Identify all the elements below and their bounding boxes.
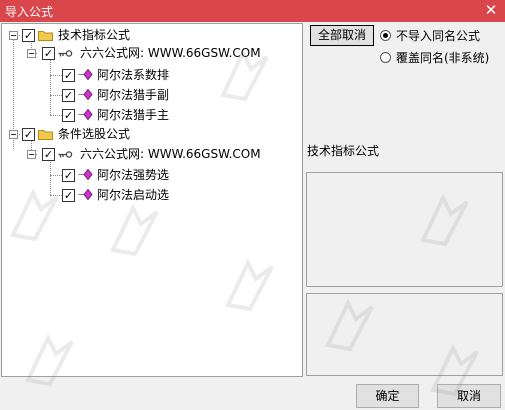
tree-item-label: 条件选股公式 — [58, 127, 131, 141]
tree-item-label: 阿尔法猎手副 — [97, 88, 170, 102]
formula-icon — [78, 69, 93, 80]
collapse-icon[interactable] — [27, 49, 36, 58]
formula-info-box — [306, 172, 503, 287]
formula-icon — [78, 89, 93, 100]
collapse-icon[interactable] — [9, 31, 18, 40]
radio-overwrite-label[interactable]: 覆盖同名(非系统) — [396, 49, 489, 66]
tree-item-formula[interactable]: ✓ 阿尔法猎手主 — [2, 106, 302, 124]
checkbox[interactable]: ✓ — [22, 29, 35, 42]
checkbox[interactable]: ✓ — [42, 47, 55, 60]
collapse-icon[interactable] — [9, 130, 18, 139]
tree-item-label: 阿尔法猎手主 — [97, 108, 170, 122]
formula-tree[interactable]: ✓ 技术指标公式 ✓ 六六公式网: WWW.66GSW.COM ✓ 阿尔法系数排… — [1, 23, 303, 377]
radio-no-import-label[interactable]: 不导入同名公式 — [396, 27, 480, 44]
folder-icon — [38, 31, 53, 41]
formula-icon — [78, 109, 93, 120]
window-title: 导入公式 — [5, 5, 54, 19]
tree-item-formula[interactable]: ✓ 阿尔法猎手副 — [2, 86, 302, 104]
collapse-icon[interactable] — [27, 150, 36, 159]
ok-button[interactable]: 确定 — [356, 384, 419, 408]
tree-item-formula[interactable]: ✓ 阿尔法系数排 — [2, 66, 302, 84]
tree-item-formula[interactable]: ✓ 阿尔法强势选 — [2, 166, 302, 184]
tree-item-label: 阿尔法系数排 — [97, 68, 170, 82]
checkbox[interactable]: ✓ — [62, 169, 75, 182]
key-icon — [58, 151, 73, 158]
dialog-footer: 确定 取消 — [0, 380, 505, 410]
section-label: 技术指标公式 — [307, 144, 380, 158]
tree-item-formula[interactable]: ✓ 阿尔法启动选 — [2, 186, 302, 204]
tree-item-label: 技术指标公式 — [58, 28, 131, 42]
tree-item-label: 六六公式网: WWW.66GSW.COM — [80, 147, 261, 161]
tree-item-technical-indicators[interactable]: ✓ 技术指标公式 — [2, 26, 302, 44]
formula-desc-box — [306, 293, 503, 376]
checkbox[interactable]: ✓ — [22, 128, 35, 141]
tree-item-stock-selection[interactable]: ✓ 条件选股公式 — [2, 125, 302, 143]
key-icon — [58, 50, 73, 57]
checkbox[interactable]: ✓ — [62, 109, 75, 122]
checkbox[interactable]: ✓ — [62, 89, 75, 102]
formula-icon — [78, 169, 93, 180]
formula-icon — [78, 189, 93, 200]
options-pane: 全部取消 不导入同名公式 覆盖同名(非系统) 技术指标公式 — [305, 23, 504, 377]
tree-item-label: 阿尔法强势选 — [97, 168, 170, 182]
title-bar: 导入公式 ✕ — [0, 0, 505, 22]
tree-item-label: 阿尔法启动选 — [97, 188, 170, 202]
radio-overwrite[interactable] — [380, 52, 391, 63]
checkbox[interactable]: ✓ — [62, 189, 75, 202]
close-icon[interactable]: ✕ — [483, 2, 499, 18]
cancel-all-button[interactable]: 全部取消 — [310, 25, 374, 46]
checkbox[interactable]: ✓ — [62, 69, 75, 82]
cancel-button[interactable]: 取消 — [437, 384, 501, 408]
checkbox[interactable]: ✓ — [42, 148, 55, 161]
radio-no-import[interactable] — [380, 30, 391, 41]
tree-item-source[interactable]: ✓ 六六公式网: WWW.66GSW.COM — [2, 44, 302, 62]
tree-item-source[interactable]: ✓ 六六公式网: WWW.66GSW.COM — [2, 145, 302, 163]
folder-icon — [38, 130, 53, 140]
tree-item-label: 六六公式网: WWW.66GSW.COM — [80, 46, 261, 60]
